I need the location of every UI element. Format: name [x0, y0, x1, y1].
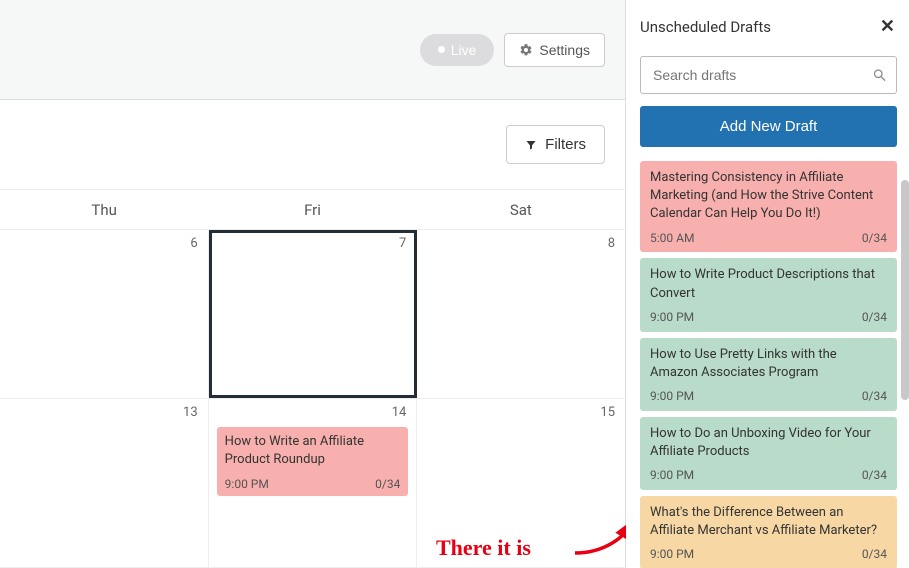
- day-header-thu: Thu: [0, 190, 208, 229]
- calendar-cell[interactable]: 6: [0, 230, 209, 398]
- draft-title: How to Write Product Descriptions that C…: [650, 266, 887, 302]
- draft-item[interactable]: Mastering Consistency in Affiliate Marke…: [640, 161, 897, 252]
- live-button[interactable]: Live: [420, 34, 495, 66]
- calendar-header-row: Thu Fri Sat: [0, 190, 625, 230]
- gear-icon: [519, 43, 533, 57]
- draft-count: 0/34: [862, 467, 887, 484]
- calendar-cell[interactable]: 15: [417, 399, 625, 567]
- draft-count: 0/34: [862, 309, 887, 326]
- day-number: 6: [190, 236, 197, 251]
- day-header-fri: Fri: [208, 190, 416, 229]
- day-header-sat: Sat: [417, 190, 625, 229]
- calendar-cell[interactable]: 13: [0, 399, 209, 567]
- day-number: 15: [600, 405, 615, 420]
- search-wrap: [640, 56, 897, 94]
- draft-item[interactable]: What's the Difference Between an Affilia…: [640, 496, 897, 568]
- draft-item[interactable]: How to Write Product Descriptions that C…: [640, 258, 897, 331]
- filters-button[interactable]: Filters: [506, 125, 605, 164]
- calendar-cell-selected[interactable]: 7: [209, 230, 418, 398]
- sidebar-title: Unscheduled Drafts: [640, 18, 771, 36]
- draft-time: 9:00 PM: [650, 388, 694, 405]
- draft-item[interactable]: How to Do an Unboxing Video for Your Aff…: [640, 417, 897, 490]
- calendar-event[interactable]: How to Write an Affiliate Product Roundu…: [217, 427, 409, 496]
- draft-time: 9:00 PM: [650, 546, 694, 563]
- funnel-icon: [525, 139, 537, 151]
- close-icon[interactable]: ✕: [880, 18, 895, 36]
- event-time: 9:00 PM: [225, 476, 269, 492]
- settings-button[interactable]: Settings: [504, 33, 605, 67]
- filter-toolbar: Filters: [0, 100, 625, 190]
- draft-time: 5:00 AM: [650, 230, 694, 247]
- calendar-row: 6 7 8: [0, 230, 625, 399]
- draft-title: Mastering Consistency in Affiliate Marke…: [650, 169, 887, 224]
- add-new-draft-button[interactable]: Add New Draft: [640, 106, 897, 147]
- top-toolbar: Live Settings: [0, 0, 625, 100]
- draft-count: 0/34: [862, 388, 887, 405]
- calendar-cell[interactable]: 14 How to Write an Affiliate Product Rou…: [209, 399, 418, 567]
- draft-title: What's the Difference Between an Affilia…: [650, 504, 887, 540]
- draft-title: How to Use Pretty Links with the Amazon …: [650, 346, 887, 382]
- calendar-row: 13 14 How to Write an Affiliate Product …: [0, 399, 625, 568]
- search-input[interactable]: [640, 56, 897, 94]
- filters-label: Filters: [545, 136, 586, 153]
- day-number: 8: [608, 236, 615, 251]
- live-label: Live: [451, 42, 477, 58]
- event-title: How to Write an Affiliate Product Roundu…: [225, 433, 401, 468]
- draft-time: 9:00 PM: [650, 309, 694, 326]
- live-dot-icon: [438, 46, 445, 53]
- draft-item[interactable]: How to Use Pretty Links with the Amazon …: [640, 338, 897, 411]
- draft-count: 0/34: [862, 546, 887, 563]
- scrollbar-thumb[interactable]: [901, 180, 909, 400]
- settings-label: Settings: [539, 42, 590, 58]
- calendar-main: Live Settings Filters Thu Fri Sat 6: [0, 0, 626, 568]
- day-number: 14: [392, 405, 407, 420]
- calendar-cell[interactable]: 8: [417, 230, 625, 398]
- draft-count: 0/34: [862, 230, 887, 247]
- day-number: 7: [399, 236, 406, 251]
- drafts-sidebar: Unscheduled Drafts ✕ Add New Draft Maste…: [626, 0, 909, 568]
- draft-title: How to Do an Unboxing Video for Your Aff…: [650, 425, 887, 461]
- sidebar-header: Unscheduled Drafts ✕: [626, 0, 909, 46]
- event-count: 0/34: [375, 476, 400, 492]
- calendar-body: 6 7 8 13 14 How to Write an Affiliate Pr…: [0, 230, 625, 568]
- draft-time: 9:00 PM: [650, 467, 694, 484]
- day-number: 13: [183, 405, 198, 420]
- search-icon: [872, 68, 887, 83]
